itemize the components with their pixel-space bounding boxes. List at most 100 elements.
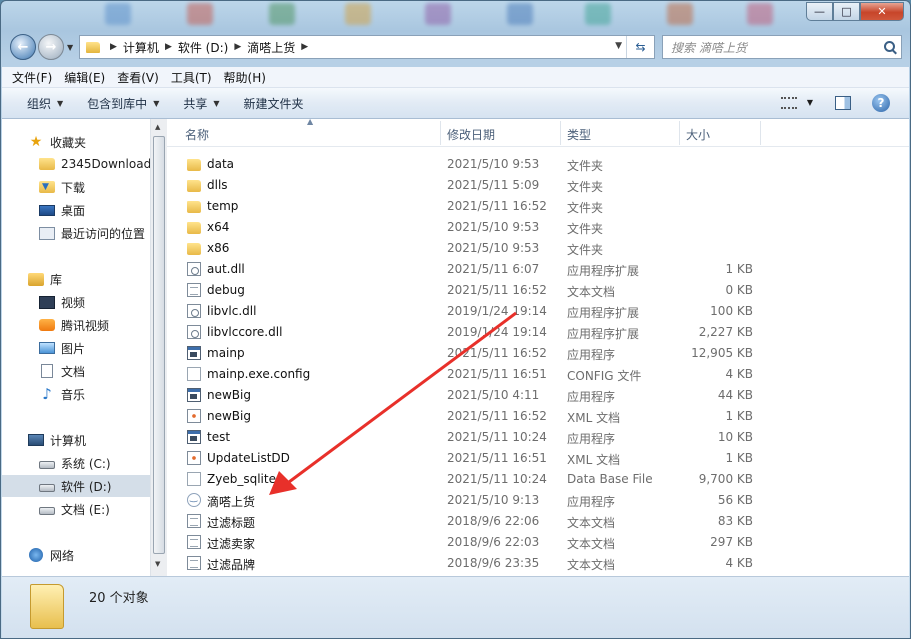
back-button[interactable]: ← — [10, 34, 36, 60]
nav-item-pictures[interactable]: 图片 — [2, 337, 150, 359]
menu-file[interactable]: 文件(F) — [12, 69, 52, 86]
folder-icon — [187, 222, 201, 234]
file-date: 2021/5/11 16:52 — [447, 409, 547, 423]
file-type: 文本文档 — [567, 285, 616, 299]
dll-file-icon — [187, 325, 201, 339]
view-options-dropdown[interactable]: ▼ — [807, 98, 813, 107]
scroll-down-icon[interactable]: ▼ — [155, 560, 160, 568]
config-file-icon — [187, 367, 201, 381]
chevron-right-icon[interactable]: ▶ — [110, 42, 117, 52]
address-bar[interactable]: ▶ 计算机 ▶ 软件 (D:) ▶ 滴嗒上货 ▶ ▼ ⇆ — [79, 35, 655, 59]
file-row[interactable]: mainp.exe.config 2021/5/11 16:51 CONFIG 文件… — [167, 364, 909, 385]
menu-help[interactable]: 帮助(H) — [224, 69, 266, 86]
file-type: 应用程序 — [567, 495, 616, 509]
preview-pane-icon[interactable] — [835, 96, 851, 110]
nav-item-desktop[interactable]: 桌面 — [2, 199, 150, 221]
file-row[interactable]: 滴嗒上货 2021/5/10 9:13 应用程序 56 KB — [167, 490, 909, 511]
breadcrumb-current-folder[interactable]: 滴嗒上货 — [247, 39, 295, 56]
share-button[interactable]: 共享 ▼ — [183, 95, 219, 112]
nav-favorites[interactable]: ★ 收藏夹 — [2, 131, 150, 153]
file-row[interactable]: mainp 2021/5/11 16:52 应用程序 12,905 KB — [167, 343, 909, 364]
nav-item-drive-e[interactable]: 文档 (E:) — [2, 498, 150, 520]
title-bar[interactable]: — □ ✕ — [1, 1, 910, 29]
new-folder-button[interactable]: 新建文件夹 — [244, 95, 304, 112]
file-list: 名称 ▲ 修改日期 类型 大小 data 2021/5/10 9:53 文件夹 dll… — [167, 117, 909, 576]
file-name: 过滤标题 — [207, 516, 256, 530]
file-row[interactable]: temp 2021/5/11 16:52 文件夹 — [167, 196, 909, 217]
chevron-right-icon[interactable]: ▶ — [165, 42, 172, 52]
chevron-right-icon[interactable]: ▶ — [234, 42, 241, 52]
column-divider[interactable] — [760, 121, 761, 145]
include-in-library-button[interactable]: 包含到库中 ▼ — [87, 95, 159, 112]
menu-view[interactable]: 查看(V) — [117, 69, 159, 86]
minimize-button[interactable]: — — [806, 2, 833, 21]
nav-item-videos[interactable]: 视频 — [2, 291, 150, 313]
file-name: debug — [207, 283, 245, 297]
nav-item-downloads[interactable]: 下载 — [2, 176, 150, 198]
column-date-header[interactable]: 修改日期 — [447, 126, 495, 143]
help-icon[interactable]: ? — [872, 94, 890, 112]
column-divider[interactable] — [679, 121, 680, 145]
file-row[interactable]: UpdateListDD 2021/5/11 16:51 XML 文档 1 KB — [167, 448, 909, 469]
dll-file-icon — [187, 262, 201, 276]
nav-item-tencent-video[interactable]: 腾讯视频 — [2, 314, 150, 336]
recent-pages-dropdown[interactable]: ▼ — [67, 43, 73, 52]
breadcrumb-computer[interactable]: 计算机 — [123, 39, 159, 56]
chevron-right-icon[interactable]: ▶ — [301, 42, 308, 52]
nav-item-documents[interactable]: 文档 — [2, 360, 150, 382]
close-button[interactable]: ✕ — [860, 2, 904, 21]
address-history-dropdown[interactable]: ▼ — [615, 41, 622, 51]
file-row[interactable]: 过滤标题 2018/9/6 22:06 文本文档 83 KB — [167, 511, 909, 532]
file-size: 1 KB — [725, 451, 753, 465]
column-name-header[interactable]: 名称 — [185, 126, 209, 143]
nav-label: 计算机 — [50, 433, 87, 448]
search-input[interactable]: 搜索 滴嗒上货 — [662, 35, 902, 59]
file-row[interactable]: 过滤卖家 2018/9/6 22:03 文本文档 297 KB — [167, 532, 909, 553]
column-size-header[interactable]: 大小 — [686, 126, 710, 143]
file-row[interactable]: x86 2021/5/10 9:53 文件夹 — [167, 238, 909, 259]
nav-item-drive-c[interactable]: 系统 (C:) — [2, 452, 150, 474]
nav-item-drive-d[interactable]: 软件 (D:) — [2, 475, 150, 497]
nav-scrollbar[interactable]: ▲ ▼ — [150, 119, 167, 576]
nav-computer[interactable]: 计算机 — [2, 429, 150, 451]
column-divider[interactable] — [560, 121, 561, 145]
file-row[interactable]: test 2021/5/11 10:24 应用程序 10 KB — [167, 427, 909, 448]
column-header: 名称 ▲ 修改日期 类型 大小 — [167, 117, 909, 147]
file-row[interactable]: dlls 2021/5/11 5:09 文件夹 — [167, 175, 909, 196]
refresh-button[interactable]: ⇆ — [626, 36, 654, 58]
file-row[interactable]: libvlc.dll 2019/1/24 19:14 应用程序扩展 100 KB — [167, 301, 909, 322]
nav-item-recent-places[interactable]: 最近访问的位置 — [2, 222, 150, 244]
file-row[interactable]: newBig 2021/5/11 16:52 XML 文档 1 KB — [167, 406, 909, 427]
file-date: 2018/9/6 22:06 — [447, 514, 540, 528]
menu-tools[interactable]: 工具(T) — [171, 69, 212, 86]
file-row[interactable]: newBig 2021/5/10 4:11 应用程序 44 KB — [167, 385, 909, 406]
file-name: 过滤品牌 — [207, 558, 256, 572]
file-row[interactable]: data 2021/5/10 9:53 文件夹 — [167, 154, 909, 175]
file-date: 2018/9/6 22:03 — [447, 535, 540, 549]
column-divider[interactable] — [440, 121, 441, 145]
menu-edit[interactable]: 编辑(E) — [64, 69, 105, 86]
file-row[interactable]: Zyeb_sqlite 2021/5/11 10:24 Data Base File… — [167, 469, 909, 490]
column-type-header[interactable]: 类型 — [567, 126, 591, 143]
file-row[interactable]: debug 2021/5/11 16:52 文本文档 0 KB — [167, 280, 909, 301]
file-row[interactable]: libvlccore.dll 2019/1/24 19:14 应用程序扩展 2,227… — [167, 322, 909, 343]
change-view-icon[interactable] — [781, 97, 797, 109]
file-row[interactable]: 过滤品牌 2018/9/6 23:35 文本文档 4 KB — [167, 553, 909, 574]
organize-button[interactable]: 组织 ▼ — [27, 95, 63, 112]
forward-arrow-icon: → — [45, 39, 57, 55]
nav-item-music[interactable]: ♪ 音乐 — [2, 383, 150, 405]
scrollbar-thumb[interactable] — [153, 136, 165, 554]
breadcrumb-drive-d[interactable]: 软件 (D:) — [178, 39, 228, 56]
nav-libraries[interactable]: 库 — [2, 268, 150, 290]
nav-network[interactable]: 网络 — [2, 544, 150, 566]
file-size: 9,700 KB — [698, 472, 753, 486]
file-row[interactable]: aut.dll 2021/5/11 6:07 应用程序扩展 1 KB — [167, 259, 909, 280]
file-type: 应用程序扩展 — [567, 306, 640, 320]
file-row[interactable]: x64 2021/5/10 9:53 文件夹 — [167, 217, 909, 238]
maximize-button[interactable]: □ — [833, 2, 860, 21]
search-icon[interactable] — [884, 41, 895, 52]
nav-item-2345downloads[interactable]: 2345Downloads — [2, 153, 150, 175]
folder-icon — [187, 243, 201, 255]
forward-button[interactable]: → — [38, 34, 64, 60]
scroll-up-icon[interactable]: ▲ — [155, 123, 160, 131]
